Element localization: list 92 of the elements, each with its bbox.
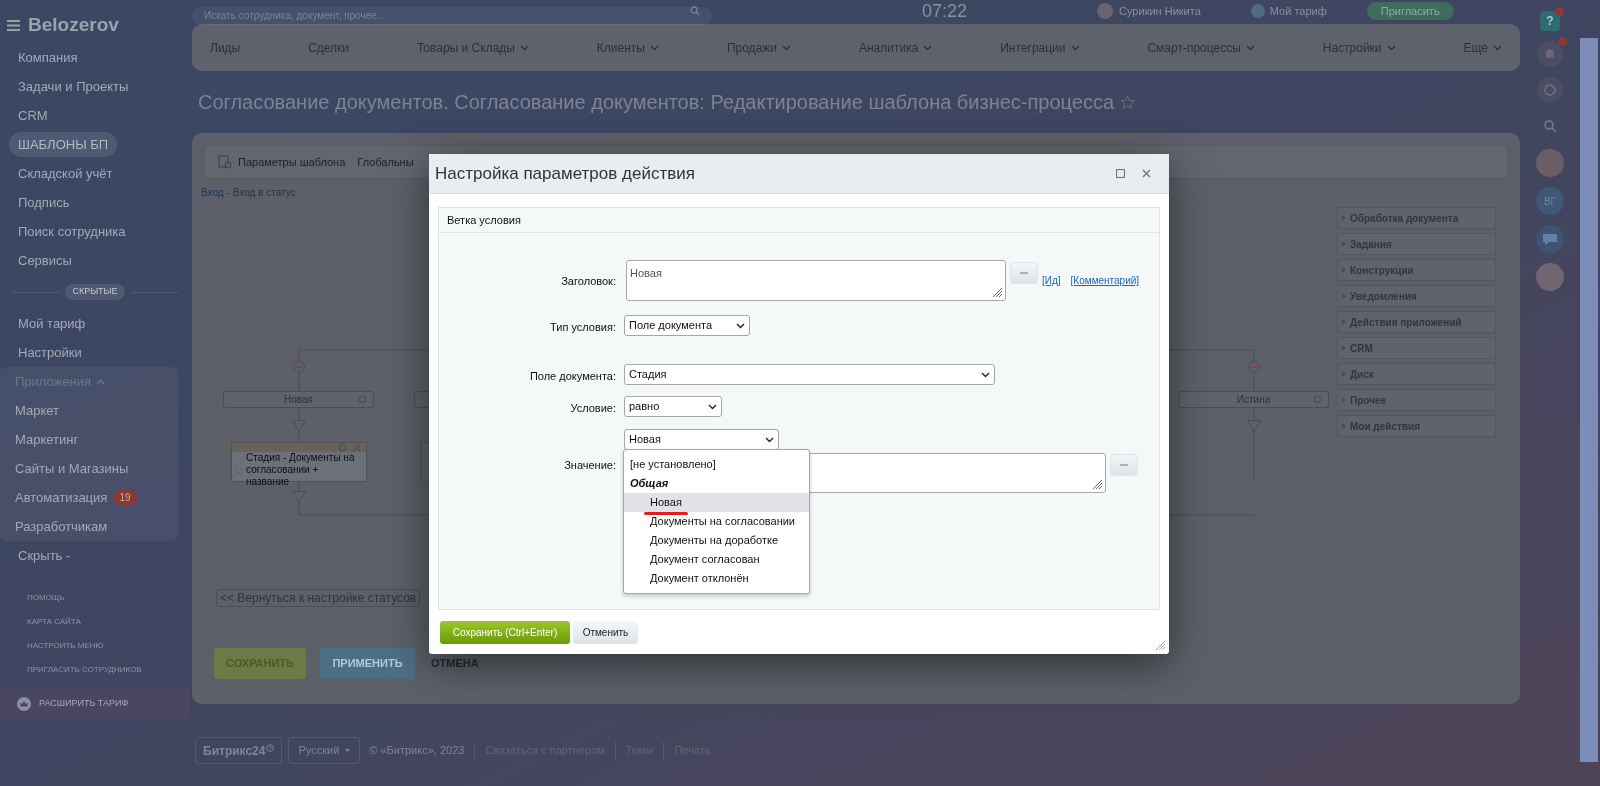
chevron-down-icon xyxy=(765,436,774,443)
sidebar-item[interactable]: Задачи и Проекты xyxy=(18,76,129,97)
sidebar-item[interactable]: Разработчикам xyxy=(15,516,108,537)
dropdown-option[interactable]: Документ отклонён xyxy=(624,569,809,588)
chevron-down-icon xyxy=(708,403,717,410)
logo-text: Belozerov xyxy=(28,12,119,37)
field-label: Условие: xyxy=(570,402,616,414)
sidebar-item[interactable]: Складской учёт xyxy=(18,163,113,184)
sidebar-item[interactable]: Поиск сотрудника xyxy=(18,221,126,242)
caret-down-icon xyxy=(345,749,351,752)
remove-branch-icon xyxy=(293,361,305,373)
toolbar-tab[interactable]: Глобальны xyxy=(357,153,414,171)
dropdown-option[interactable]: Новая xyxy=(624,493,809,512)
sidebar-item[interactable]: Маркетинг xyxy=(15,429,79,450)
resize-grip-icon xyxy=(993,288,1003,298)
sidebar-item[interactable]: ШАБЛОНЫ БП xyxy=(9,131,118,158)
sidebar-item[interactable]: Сайты и Магазины xyxy=(15,458,129,479)
gear-icon xyxy=(338,443,347,452)
field-label: Значение: xyxy=(564,459,616,471)
menu-icon xyxy=(7,19,20,31)
sidebar-item[interactable]: Настройки xyxy=(18,342,82,363)
page-title: Согласование документов. Согласование документов: Редактирование шаблона бизнес-процесса xyxy=(198,90,1115,115)
resize-grip-icon xyxy=(1156,641,1166,651)
brand-logo: Битрикс24 xyxy=(195,737,283,764)
sidebar-item[interactable]: Скрыть - xyxy=(18,545,71,566)
sidebar-item[interactable]: Компания xyxy=(18,47,78,68)
sidebar-item[interactable]: Автоматизация xyxy=(15,487,108,508)
user-avatar xyxy=(1097,3,1114,19)
sidebar-footer-link[interactable]: НАСТРОИТЬ МЕНЮ xyxy=(27,640,190,653)
chevron-down-icon xyxy=(736,322,745,329)
copyright-text: © «Битрикс», 2023 xyxy=(369,743,465,759)
help-button[interactable]: ? xyxy=(1540,11,1560,31)
select-field[interactable]: Поле документа xyxy=(624,315,750,336)
clock-icon xyxy=(266,743,275,752)
more-button[interactable] xyxy=(1010,262,1038,284)
sidebar-item[interactable]: CRM xyxy=(18,105,48,126)
sidebar-footer-link[interactable]: ПРИГЛАСИТЬ СОТРУДНИКОВ xyxy=(27,664,190,677)
star-icon xyxy=(1120,94,1136,110)
count-badge: 19 xyxy=(113,490,137,505)
user-name[interactable]: Сурикин Никита xyxy=(1119,2,1201,20)
sidebar-item[interactable]: Мой тариф xyxy=(18,313,86,334)
sidebar-item[interactable]: Подпись xyxy=(18,192,70,213)
dialog-button[interactable]: Отменить xyxy=(573,621,638,644)
notification-badge xyxy=(1555,7,1564,16)
maximize-icon xyxy=(1116,169,1125,178)
chat-icon xyxy=(1537,77,1563,103)
section-title: Ветка условия xyxy=(447,212,521,228)
dropdown-option[interactable]: Документ согласован xyxy=(624,550,809,569)
dropdown-option[interactable]: [не установлено] xyxy=(624,455,809,474)
notification-badge xyxy=(1558,37,1567,46)
section-divider-label: СКРЫТЫЕ xyxy=(65,284,125,300)
dialog-button[interactable]: Сохранить (Ctrl+Enter) xyxy=(440,621,570,644)
option-group-label: Общая xyxy=(629,476,670,492)
group-chat-icon xyxy=(1536,225,1564,253)
text-link[interactable]: [Ид] xyxy=(1042,273,1061,301)
sidebar-item[interactable]: Сервисы xyxy=(18,250,72,271)
language-select[interactable]: Русский xyxy=(288,737,361,764)
title-textarea[interactable]: Новая xyxy=(626,260,1006,301)
invite-button[interactable]: Пригласить xyxy=(1366,2,1454,20)
user-avatar xyxy=(1536,149,1564,177)
bell-icon xyxy=(1537,41,1563,67)
close-icon xyxy=(353,443,361,452)
dialog-title: Настройка параметров действия xyxy=(435,162,695,185)
sidebar-footer-link[interactable]: КАРТА САЙТА xyxy=(27,616,190,629)
user-avatar xyxy=(1536,263,1564,291)
remove-branch-icon xyxy=(1248,361,1260,373)
document-gear-icon xyxy=(218,155,232,169)
dropdown-option[interactable]: Документы на согласовании xyxy=(624,512,809,531)
dropdown-option[interactable]: Документы на доработке xyxy=(624,531,809,550)
sidebar-item[interactable]: Маркет xyxy=(15,400,60,421)
sidebar-footer-link[interactable]: ПОМОЩЬ xyxy=(27,592,190,605)
pencil-document-icon xyxy=(236,464,243,476)
select-field[interactable]: равно xyxy=(624,396,722,417)
plan-icon xyxy=(1250,4,1265,18)
toolbar-tab[interactable]: Параметры шаблона xyxy=(238,153,346,171)
search-icon xyxy=(690,6,700,16)
close-icon xyxy=(1142,169,1151,178)
plan-link[interactable]: Мой тариф xyxy=(1269,2,1327,20)
breadcrumb-link[interactable]: Вход xyxy=(201,185,224,200)
action-button[interactable]: ПРИМЕНИТЬ xyxy=(320,648,415,679)
field-label: Тип условия: xyxy=(550,321,616,333)
clock-time: 07:22 xyxy=(922,0,968,23)
field-label: Заголовок: xyxy=(561,275,616,287)
field-label: Поле документа: xyxy=(529,370,616,382)
chevron-down-icon xyxy=(981,371,990,378)
text-link[interactable]: [Комментарий] xyxy=(1070,273,1140,301)
resize-grip-icon xyxy=(1093,480,1103,490)
crown-icon xyxy=(17,697,31,711)
select-field[interactable]: Новая xyxy=(624,429,779,450)
more-button[interactable] xyxy=(1110,454,1138,476)
upgrade-plan-button[interactable]: РАСШИРИТЬ ТАРИФ xyxy=(0,689,190,719)
select-field[interactable]: Стадия xyxy=(624,364,995,385)
